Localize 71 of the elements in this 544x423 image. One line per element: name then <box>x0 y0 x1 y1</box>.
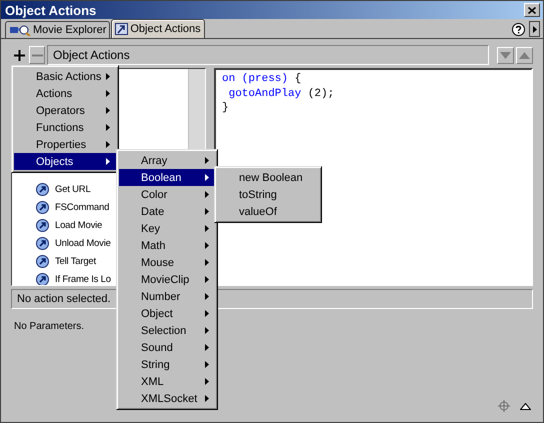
window-title: Object Actions <box>5 2 96 18</box>
submenu-arrow-icon <box>106 124 110 131</box>
right-triangle-icon <box>532 26 536 32</box>
menu-item[interactable]: Basic Actions <box>14 68 116 85</box>
panel-tab[interactable]: Object Actions <box>111 19 205 38</box>
submenu-arrow-icon <box>106 73 110 80</box>
action-arrow-icon <box>36 200 49 214</box>
action-arrow-icon <box>36 272 49 285</box>
menu-item[interactable]: Number <box>119 288 215 305</box>
menu-item[interactable]: Boolean <box>119 169 215 186</box>
menu-item[interactable]: Actions <box>14 85 116 102</box>
submenu-arrow-icon <box>205 242 209 249</box>
submenu-arrow-icon <box>205 208 209 215</box>
submenu-arrow-icon <box>205 259 209 266</box>
close-icon <box>528 6 536 14</box>
close-button[interactable] <box>524 3 540 17</box>
menu-item[interactable]: Date <box>119 203 215 220</box>
menu-item[interactable]: Mouse <box>119 254 215 271</box>
help-icon[interactable] <box>512 22 525 36</box>
menu-item[interactable]: MovieClip <box>119 271 215 288</box>
submenu-arrow-icon <box>205 378 209 385</box>
binoculars-icon <box>9 24 31 36</box>
menu-item[interactable]: Color <box>119 186 215 203</box>
menu-item[interactable]: String <box>119 356 215 373</box>
submenu-arrow-icon <box>205 327 209 334</box>
code-line: gotoAndPlay (2); <box>228 88 336 102</box>
arrow-icon <box>115 23 128 35</box>
menu-item[interactable]: Operators <box>14 102 116 119</box>
menu-item[interactable]: new Boolean <box>217 169 319 186</box>
code-line: on (press) { <box>222 73 302 87</box>
action-arrow-icon <box>36 218 49 232</box>
menu-item[interactable]: Sound <box>119 339 215 356</box>
menu-item[interactable]: Properties <box>14 136 116 153</box>
action-arrow-icon <box>36 254 49 268</box>
submenu-arrow-icon <box>205 310 209 317</box>
menu-item[interactable]: Objects <box>14 153 116 170</box>
submenu-arrow-icon <box>106 90 110 97</box>
submenu-arrow-icon <box>205 395 209 402</box>
submenu-arrow-icon <box>205 276 209 283</box>
menu-item[interactable]: Key <box>119 220 215 237</box>
target-icon[interactable] <box>498 400 510 412</box>
up-triangle-icon <box>519 52 530 58</box>
menu-item[interactable]: Math <box>119 237 215 254</box>
menu-item[interactable]: XML <box>119 373 215 390</box>
action-name-field: Object Actions <box>47 45 489 65</box>
submenu-arrow-icon <box>205 191 209 198</box>
minus-icon <box>32 54 42 56</box>
menu-item[interactable]: toString <box>217 186 319 203</box>
menu-item[interactable]: Selection <box>119 322 215 339</box>
menu-item[interactable]: Functions <box>14 119 116 136</box>
action-arrow-icon <box>36 182 49 196</box>
action-arrow-icon <box>36 236 49 250</box>
submenu-arrow-icon <box>106 107 110 114</box>
collapse-icon[interactable] <box>520 402 531 410</box>
menu-item[interactable]: XMLSocket <box>119 390 215 407</box>
panel-tab[interactable]: Movie Explorer <box>5 21 110 38</box>
plus-icon <box>14 50 24 60</box>
parameters-text: No Parameters. <box>14 321 84 332</box>
submenu-arrow-icon <box>205 344 209 351</box>
menu-item[interactable]: valueOf <box>217 203 319 220</box>
submenu-arrow-icon <box>205 361 209 368</box>
submenu-arrow-icon <box>205 293 209 300</box>
submenu-arrow-icon <box>106 141 110 148</box>
code-line: } <box>222 102 230 116</box>
submenu-arrow-icon <box>205 225 209 232</box>
submenu-arrow-icon <box>205 157 209 164</box>
panel-menu-button[interactable] <box>529 21 540 37</box>
submenu-arrow-icon <box>205 174 209 181</box>
down-triangle-icon <box>500 52 511 58</box>
submenu-arrow-icon <box>106 158 110 165</box>
menu-item[interactable]: Array <box>119 152 215 169</box>
